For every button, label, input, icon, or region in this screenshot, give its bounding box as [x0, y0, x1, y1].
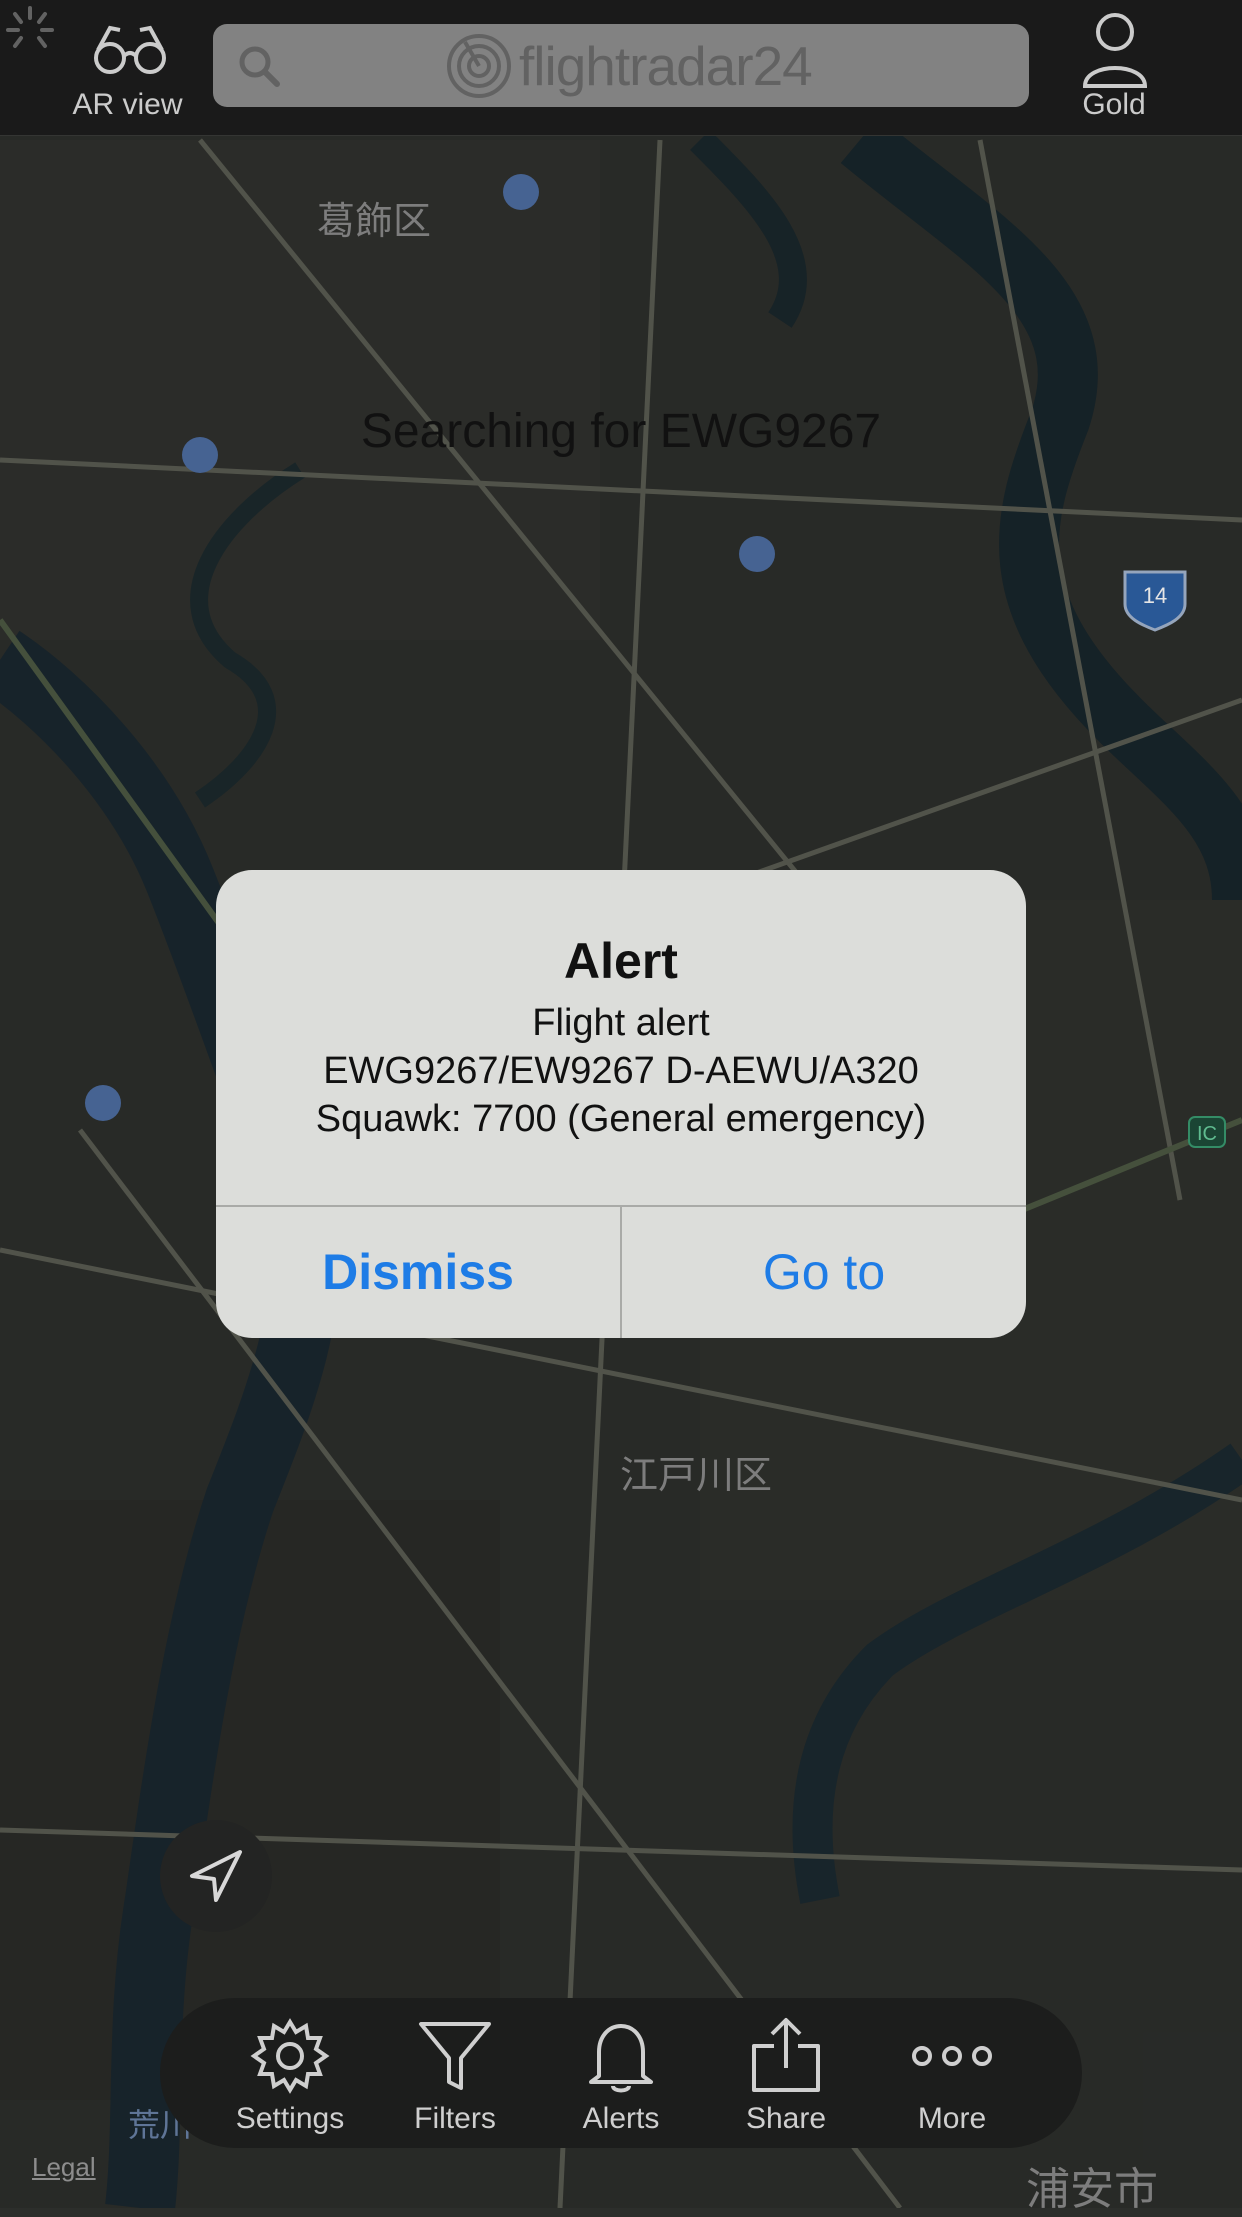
- tab-alerts-label: Alerts: [582, 2102, 660, 2135]
- tab-more[interactable]: More: [872, 1998, 1032, 2148]
- alert-message-line-3: Squawk: 7700 (General emergency): [315, 1098, 927, 1140]
- bottom-tab-bar: Settings Filters Alerts Share More: [160, 1998, 1082, 2148]
- legal-link[interactable]: Legal: [32, 2152, 96, 2183]
- tab-filters[interactable]: Filters: [375, 1998, 535, 2148]
- go-to-button[interactable]: Go to: [622, 1207, 1026, 1338]
- bell-icon: [589, 2024, 653, 2093]
- tab-share-label: Share: [745, 2102, 827, 2135]
- alert-message-line-1: Flight alert: [532, 1002, 710, 1044]
- alert-title: Alert: [564, 933, 678, 989]
- alert-message-line-2: EWG9267/EW9267 D-AEWU/A320: [323, 1050, 919, 1092]
- dismiss-button[interactable]: Dismiss: [216, 1207, 620, 1338]
- tab-share[interactable]: Share: [706, 1998, 866, 2148]
- locate-me-button[interactable]: [160, 1820, 272, 1932]
- tab-settings[interactable]: Settings: [210, 1998, 370, 2148]
- flight-alert-dialog: Alert Flight alert EWG9267/EW9267 D-AEWU…: [216, 870, 1026, 1338]
- location-arrow-icon: [190, 1850, 242, 1902]
- tab-filters-label: Filters: [414, 2102, 496, 2135]
- filter-icon: [419, 2022, 491, 2090]
- tab-settings-label: Settings: [235, 2102, 345, 2135]
- tab-alerts[interactable]: Alerts: [541, 1998, 701, 2148]
- gear-icon: [250, 2018, 330, 2094]
- share-icon: [752, 2018, 820, 2092]
- tab-more-label: More: [917, 2102, 987, 2135]
- more-icon: [912, 2046, 992, 2066]
